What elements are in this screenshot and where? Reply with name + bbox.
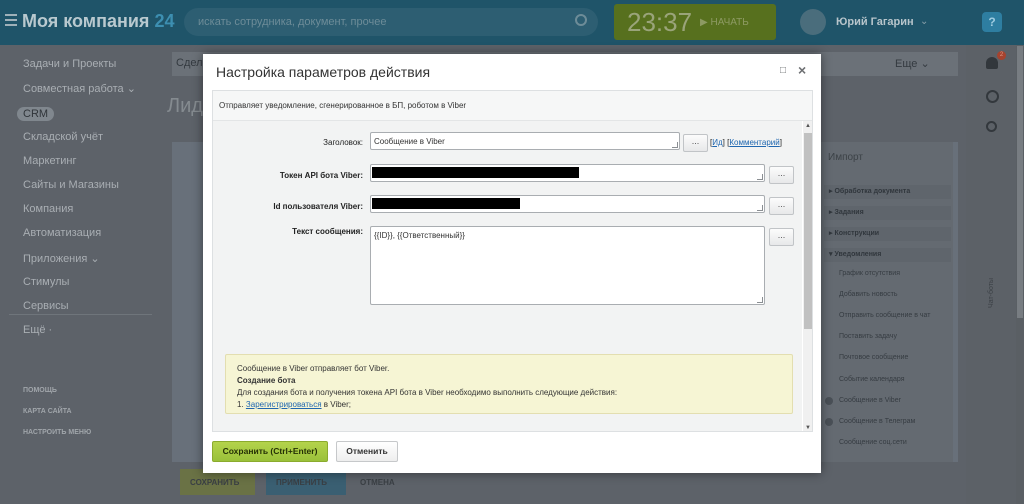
message-insert-button[interactable]: ... [769, 228, 794, 246]
sidebar-item-sites[interactable]: Сайты и Магазины [23, 179, 119, 191]
sidebar-item-incentives[interactable]: Стимулы [23, 276, 69, 288]
action-description: Отправляет уведомление, сгенерированное … [219, 101, 467, 110]
avatar[interactable] [800, 9, 826, 35]
background-item: Добавить новость [839, 291, 898, 298]
sidebar-item-apps[interactable]: Приложения ⌄ [23, 252, 100, 265]
title-input[interactable]: Сообщение в Viber [370, 132, 680, 150]
sidebar-item-services[interactable]: Сервисы [23, 300, 69, 312]
user-name[interactable]: Юрий Гагарин [836, 16, 914, 28]
menu-icon[interactable] [5, 14, 17, 26]
search-input[interactable]: искать сотрудника, документ, прочее [184, 8, 598, 36]
page-scrollbar-thumb[interactable] [1017, 46, 1023, 318]
notification-badge: 2 [997, 51, 1006, 60]
title-input-value: Сообщение в Viber [374, 137, 445, 146]
action-settings-dialog: Настройка параметров действия □ × Отправ… [203, 54, 821, 473]
background-item: Событие календаря [839, 376, 905, 383]
sidebar-item-collaboration[interactable]: Совместная работа ⌄ [23, 82, 136, 95]
background-tab: Сдел [176, 57, 203, 69]
sidebar-item-warehouse[interactable]: Складской учёт [23, 131, 103, 143]
chat-icon[interactable] [986, 90, 999, 103]
title-links: [Ид] [Комментарий] [710, 138, 782, 147]
comment-link[interactable]: Комментарий [729, 138, 779, 147]
title-label: Заголовок: [323, 138, 363, 147]
info-heading: Создание бота [237, 376, 296, 385]
info-line: Для создания бота и получения токена API… [237, 388, 618, 397]
sidebar-item-more[interactable]: Ещё · [23, 324, 52, 336]
description-row: Отправляет уведомление, сгенерированное … [213, 91, 812, 121]
dialog-scrollbar[interactable]: ▲ ▼ [803, 121, 812, 431]
background-item: Поставить задачу [839, 333, 897, 340]
background-item: Сообщение в Телеграм [839, 418, 916, 425]
help-button[interactable]: ? [982, 12, 1002, 32]
bell-icon[interactable] [986, 57, 998, 69]
start-workday-button[interactable]: ▶ НАЧАТЬ [700, 17, 749, 28]
right-panel-label: Чат-боты [988, 278, 995, 308]
sidebar-item-marketing[interactable]: Маркетинг [23, 155, 76, 167]
sidebar-item-tasks[interactable]: Задачи и Проекты [23, 58, 116, 70]
message-textarea[interactable]: {{ID}}, {{Ответственный}} [370, 226, 765, 305]
sidebar-sitemap-link[interactable]: КАРТА САЙТА [23, 408, 72, 415]
top-bar: Моя компания 24 искать сотрудника, докум… [0, 0, 1024, 45]
background-item: Почтовое сообщение [839, 354, 909, 361]
info-line: 1. Зарегистрироваться в Viber; [237, 400, 352, 409]
message-label: Текст сообщения: [292, 227, 363, 236]
message-value: {{ID}}, {{Ответственный}} [374, 231, 465, 240]
page: Моя компания 24 искать сотрудника, докум… [0, 0, 1024, 504]
clock-time: 23:37 [627, 7, 693, 37]
save-button[interactable]: Сохранить (Ctrl+Enter) [212, 441, 328, 462]
workday-clock[interactable]: 23:37 ▶ НАЧАТЬ [614, 4, 776, 40]
maximize-icon[interactable]: □ [780, 65, 786, 76]
redacted-user-id [372, 198, 520, 209]
logo[interactable]: Моя компания 24 [22, 11, 174, 32]
background-import: Импорт [828, 152, 863, 163]
background-more-button: Еще ⌄ [895, 58, 930, 70]
sidebar-configure-menu-link[interactable]: НАСТРОИТЬ МЕНЮ [23, 429, 91, 436]
cancel-button[interactable]: Отменить [336, 441, 398, 462]
background-section: ▸ Обработка документа [824, 185, 951, 199]
viber-icon [825, 397, 833, 405]
background-item: График отсутствия [839, 270, 900, 277]
sidebar-item-company[interactable]: Компания [23, 203, 73, 215]
background-section: ▸ Конструкции [824, 227, 951, 241]
scroll-down-icon[interactable]: ▼ [805, 425, 811, 431]
user-id-insert-button[interactable]: ... [769, 197, 794, 215]
scroll-up-icon[interactable]: ▲ [805, 123, 811, 129]
sidebar-help-link[interactable]: ПОМОЩЬ [23, 387, 57, 394]
info-box: Сообщение в Viber отправляет бот Viber. … [225, 354, 793, 414]
sidebar-item-crm[interactable]: CRM [17, 107, 55, 121]
background-section: ▸ Задания [824, 206, 951, 220]
background-item: Сообщение в Viber [839, 397, 901, 404]
info-line: Сообщение в Viber отправляет бот Viber. [237, 364, 390, 373]
background-section: ▾ Уведомления [824, 248, 951, 262]
sidebar-item-automation[interactable]: Автоматизация [23, 227, 101, 239]
redacted-token [372, 167, 579, 178]
search-icon[interactable] [986, 121, 997, 132]
user-id-label: Id пользователя Viber: [273, 202, 363, 211]
title-insert-button[interactable]: ... [683, 134, 708, 152]
close-icon[interactable]: × [798, 62, 806, 78]
dialog-title: Настройка параметров действия [216, 64, 431, 80]
search-icon[interactable] [575, 14, 587, 26]
telegram-icon [825, 418, 833, 426]
sidebar-divider [9, 314, 152, 315]
chevron-down-icon[interactable]: ⌄ [920, 16, 928, 27]
id-link[interactable]: Ид [712, 138, 722, 147]
token-label: Токен API бота Viber: [279, 171, 363, 180]
background-item: Отправить сообщение в чат [839, 312, 931, 319]
dialog-body: Отправляет уведомление, сгенерированное … [212, 90, 813, 432]
background-item: Сообщение соц.сети [839, 439, 907, 446]
token-insert-button[interactable]: ... [769, 166, 794, 184]
register-link[interactable]: Зарегистрироваться [246, 400, 322, 409]
dialog-scrollbar-thumb[interactable] [804, 133, 812, 329]
